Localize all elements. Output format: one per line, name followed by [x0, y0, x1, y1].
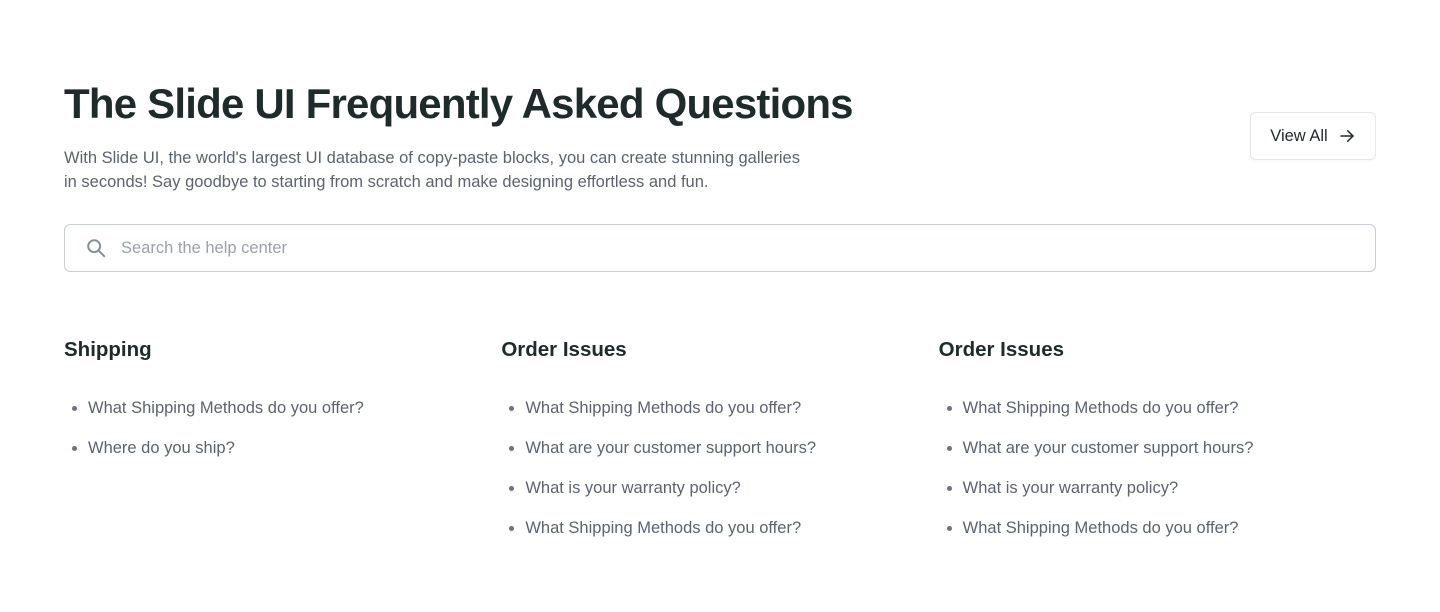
faq-link[interactable]: Where do you ship?	[64, 428, 501, 468]
faq-list: What Shipping Methods do you offer? Wher…	[64, 388, 501, 468]
search-input[interactable]	[121, 238, 1321, 258]
faq-link-text: What is your warranty policy?	[525, 479, 741, 497]
faq-link[interactable]: What Shipping Methods do you offer?	[501, 508, 938, 548]
faq-link[interactable]: What Shipping Methods do you offer?	[501, 388, 938, 428]
page-subtitle: With Slide UI, the world's largest UI da…	[64, 146, 844, 194]
bullet-icon	[946, 485, 952, 491]
faq-link[interactable]: What are your customer support hours?	[501, 428, 938, 468]
column-title: Order Issues	[938, 338, 1064, 361]
bullet-icon	[509, 525, 515, 531]
faq-link-text: What Shipping Methods do you offer?	[962, 519, 1239, 537]
arrow-right-icon	[1339, 130, 1354, 142]
column-title: Shipping	[64, 338, 152, 361]
faq-link-text: What are your customer support hours?	[525, 439, 817, 457]
bullet-icon	[509, 405, 515, 411]
bullet-icon	[509, 445, 515, 451]
faq-header: The Slide UI Frequently Asked Questions …	[64, 78, 1376, 198]
view-all-button[interactable]: View All	[1250, 112, 1376, 160]
bullet-icon	[72, 445, 77, 451]
view-all-label: View All	[1270, 126, 1328, 145]
faq-link-text: What Shipping Methods do you offer?	[962, 399, 1239, 417]
bullet-icon	[946, 405, 952, 411]
faq-page: The Slide UI Frequently Asked Questions …	[64, 0, 1376, 612]
faq-link-text: What Shipping Methods do you offer?	[525, 399, 802, 417]
faq-link[interactable]: What is your warranty policy?	[501, 468, 938, 508]
page-title: The Slide UI Frequently Asked Questions	[64, 80, 854, 127]
faq-link[interactable]: What are your customer support hours?	[939, 428, 1376, 468]
faq-link-text: Where do you ship?	[88, 439, 235, 457]
search-bar[interactable]	[64, 224, 1376, 272]
faq-link[interactable]: What is your warranty policy?	[939, 468, 1376, 508]
faq-column-order-issues-2: Order Issues What Shipping Methods do yo…	[939, 336, 1376, 548]
faq-link[interactable]: What Shipping Methods do you offer?	[939, 508, 1376, 548]
search-icon	[87, 239, 106, 258]
faq-list: What Shipping Methods do you offer? What…	[501, 388, 938, 548]
faq-columns: Shipping What Shipping Methods do you of…	[64, 336, 1376, 548]
subtitle-line-1: With Slide UI, the world's largest UI da…	[64, 149, 800, 167]
faq-link-text: What is your warranty policy?	[962, 479, 1179, 497]
faq-link[interactable]: What Shipping Methods do you offer?	[939, 388, 1376, 428]
faq-link-text: What are your customer support hours?	[962, 439, 1254, 457]
faq-link-text: What Shipping Methods do you offer?	[88, 399, 364, 417]
faq-list: What Shipping Methods do you offer? What…	[939, 388, 1376, 548]
faq-column-shipping: Shipping What Shipping Methods do you of…	[64, 336, 501, 548]
bullet-icon	[946, 445, 952, 451]
column-title: Order Issues	[501, 338, 627, 361]
faq-column-order-issues: Order Issues What Shipping Methods do yo…	[501, 336, 938, 548]
faq-link-text: What Shipping Methods do you offer?	[525, 519, 802, 537]
bullet-icon	[509, 485, 515, 491]
subtitle-line-2: in seconds! Say goodbye to starting from…	[64, 173, 709, 191]
faq-link[interactable]: What Shipping Methods do you offer?	[64, 388, 501, 428]
bullet-icon	[72, 405, 77, 411]
bullet-icon	[946, 525, 952, 531]
